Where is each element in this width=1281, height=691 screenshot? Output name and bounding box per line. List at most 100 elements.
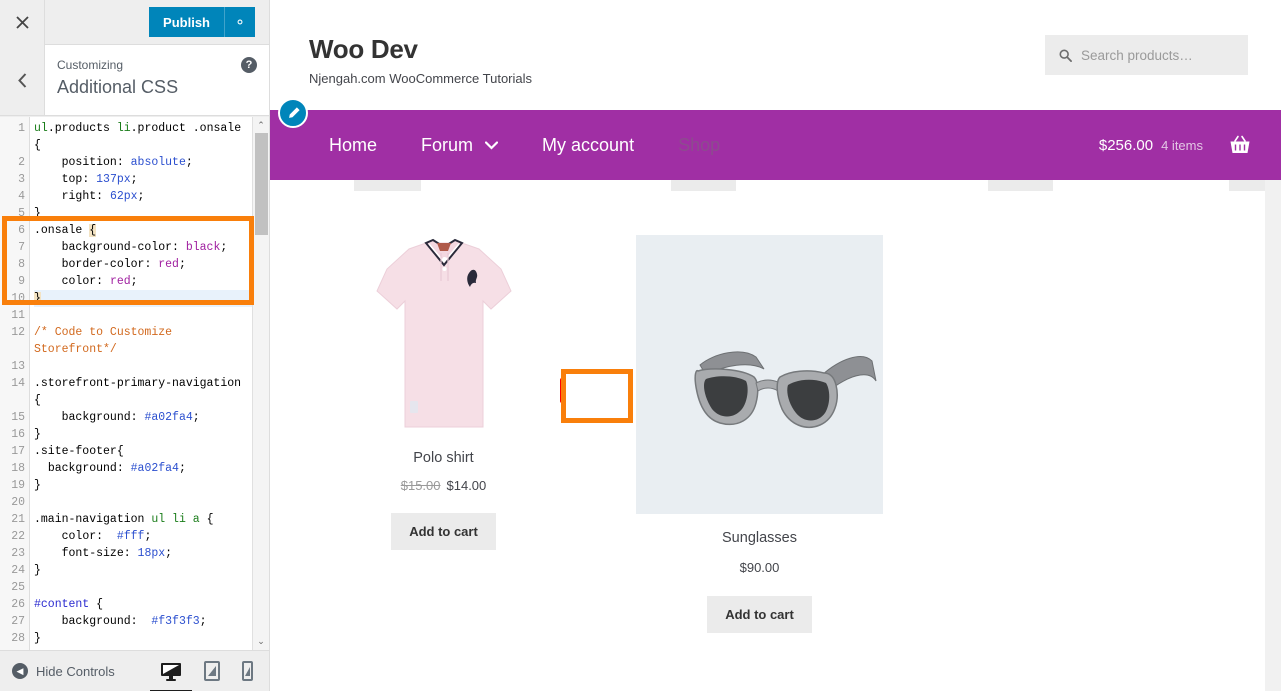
code-line[interactable]: .onsale { xyxy=(34,222,269,239)
code-line[interactable] xyxy=(34,494,269,511)
preview-scrollbar[interactable] xyxy=(1265,180,1281,691)
code-line[interactable]: .main-navigation ul li a { xyxy=(34,511,269,528)
code-line[interactable] xyxy=(34,307,269,324)
chevron-down-icon[interactable] xyxy=(485,140,499,150)
code-line[interactable]: color: #fff; xyxy=(34,528,269,545)
search-icon xyxy=(1059,49,1072,62)
code-line[interactable]: ul.products li.product .onsale { xyxy=(34,120,269,154)
code-line[interactable]: right: 62px; xyxy=(34,188,269,205)
search-placeholder: Search products… xyxy=(1081,47,1193,63)
code-line[interactable]: .storefront-primary-navigation { xyxy=(34,375,269,409)
code-line[interactable] xyxy=(34,579,269,596)
help-icon[interactable]: ? xyxy=(241,57,257,73)
tablet-preview-icon[interactable] xyxy=(204,661,220,681)
code-line[interactable]: background: #a02fa4; xyxy=(34,460,269,477)
line-number: 20 xyxy=(11,496,25,509)
clipped-add-to-cart[interactable] xyxy=(354,180,421,191)
code-line[interactable]: } xyxy=(34,290,269,307)
line-number: 16 xyxy=(11,428,25,441)
gear-icon[interactable] xyxy=(224,7,255,37)
code-line[interactable]: color: red; xyxy=(34,273,269,290)
desktop-preview-icon[interactable] xyxy=(150,662,192,691)
clipped-product-row xyxy=(270,180,1281,192)
code-line[interactable]: border-color: red; xyxy=(34,256,269,273)
nav-item-forum[interactable]: Forum xyxy=(399,135,520,156)
code-line[interactable]: } xyxy=(34,630,269,647)
nav-item-shop[interactable]: Shop xyxy=(656,135,742,156)
grey-sunglasses-image xyxy=(694,351,877,429)
pencil-icon[interactable] xyxy=(278,98,308,128)
css-code-area[interactable]: ul.products li.product .onsale { positio… xyxy=(30,117,269,650)
line-number: 2 xyxy=(18,156,25,169)
clipped-add-to-cart[interactable] xyxy=(671,180,736,191)
line-number: 14 xyxy=(11,377,25,390)
clipped-add-to-cart[interactable] xyxy=(1229,180,1265,191)
cart-link[interactable]: $256.00 4 items xyxy=(1099,135,1281,155)
hide-controls-button[interactable]: ◀ Hide Controls xyxy=(0,663,115,679)
line-number-gutter: 1 2 3 4 5 6 7 8 9 10 11 12 13 14 15 16 17 18 19 20 21 22 23 24 2… xyxy=(0,117,30,650)
css-editor[interactable]: 1 2 3 4 5 6 7 8 9 10 11 12 13 14 15 16 17 18 19 20 21 22 23 24 2… xyxy=(0,117,269,650)
line-number: 26 xyxy=(11,598,25,611)
code-line[interactable]: .site-footer{ xyxy=(34,443,269,460)
site-description: Njengah.com WooCommerce Tutorials xyxy=(309,71,533,86)
product-title[interactable]: Sunglasses xyxy=(636,530,883,546)
close-icon[interactable] xyxy=(0,0,45,45)
line-number: 17 xyxy=(11,445,25,458)
add-to-cart-button[interactable]: Add to cart xyxy=(391,513,496,550)
nav-item-label: Forum xyxy=(421,134,474,155)
editor-scrollbar[interactable]: ⌃ ⌄ xyxy=(252,117,269,650)
scroll-up-icon[interactable]: ⌃ xyxy=(257,117,265,134)
line-number: 3 xyxy=(18,173,25,186)
line-number: 11 xyxy=(11,309,25,322)
site-title[interactable]: Woo Dev xyxy=(309,34,532,65)
nav-item-home[interactable]: Home xyxy=(307,135,399,156)
code-line[interactable]: top: 137px; xyxy=(34,171,269,188)
code-line[interactable]: background: #f3f3f3; xyxy=(34,613,269,630)
customizer-titles: Customizing Additional CSS ? xyxy=(45,45,269,115)
scroll-down-icon[interactable]: ⌄ xyxy=(257,633,265,650)
product-title[interactable]: Polo shirt xyxy=(320,450,567,466)
nav-item-my-account[interactable]: My account xyxy=(520,135,656,156)
add-to-cart-button[interactable]: Add to cart xyxy=(707,596,812,633)
code-line[interactable]: position: absolute; xyxy=(34,154,269,171)
line-number: 19 xyxy=(11,479,25,492)
clipped-add-to-cart[interactable] xyxy=(988,180,1053,191)
shop-content: SALE! Polo shirt $15.00 $14.00 Add to car… xyxy=(270,180,1281,691)
code-line[interactable]: } xyxy=(34,426,269,443)
code-line[interactable]: background-color: black; xyxy=(34,239,269,256)
search-input[interactable]: Search products… xyxy=(1045,35,1248,75)
product-card[interactable]: Sunglasses $90.00 Add to cart xyxy=(636,235,883,633)
hide-controls-label: Hide Controls xyxy=(36,663,115,679)
scrollbar-thumb[interactable] xyxy=(255,133,268,235)
breadcrumb: Customizing xyxy=(57,58,124,72)
line-number: 10 xyxy=(11,292,25,305)
line-number: 23 xyxy=(11,547,25,560)
publish-button[interactable]: Publish xyxy=(149,7,224,37)
code-line[interactable]: /* Code to Customize Storefront*/ xyxy=(34,324,269,358)
back-button[interactable] xyxy=(0,45,45,115)
code-line[interactable]: } xyxy=(34,205,269,222)
code-line[interactable]: font-size: 18px; xyxy=(34,545,269,562)
code-line[interactable]: #content { xyxy=(34,596,269,613)
line-number: 7 xyxy=(18,241,25,254)
line-number: 28 xyxy=(11,632,25,645)
product-card[interactable]: SALE! Polo shirt $15.00 $14.00 Add to car… xyxy=(320,235,633,550)
code-line[interactable]: } xyxy=(34,562,269,579)
code-line[interactable]: background: #a02fa4; xyxy=(34,409,269,426)
product-thumbnail[interactable] xyxy=(636,235,883,514)
css-editor-body[interactable]: 1 2 3 4 5 6 7 8 9 10 11 12 13 14 15 16 17 18 19 20 21 22 23 24 2… xyxy=(0,117,269,650)
line-number: 6 xyxy=(18,224,25,237)
site-branding[interactable]: Woo Dev Njengah.com WooCommerce Tutorial… xyxy=(309,34,532,86)
product-price: $15.00 $14.00 xyxy=(320,478,567,493)
mobile-preview-icon[interactable] xyxy=(242,661,253,681)
nav-items: Home Forum My account Shop xyxy=(270,135,742,156)
code-line[interactable]: } xyxy=(34,477,269,494)
product-thumbnail[interactable]: SALE! xyxy=(320,235,633,435)
line-number: 22 xyxy=(11,530,25,543)
nav-item-label: Shop xyxy=(678,134,721,155)
line-number: 21 xyxy=(11,513,25,526)
primary-navigation: Home Forum My account Shop $256.00 4 items xyxy=(270,98,1281,180)
publish-group: Publish xyxy=(149,0,269,44)
code-line[interactable] xyxy=(34,358,269,375)
